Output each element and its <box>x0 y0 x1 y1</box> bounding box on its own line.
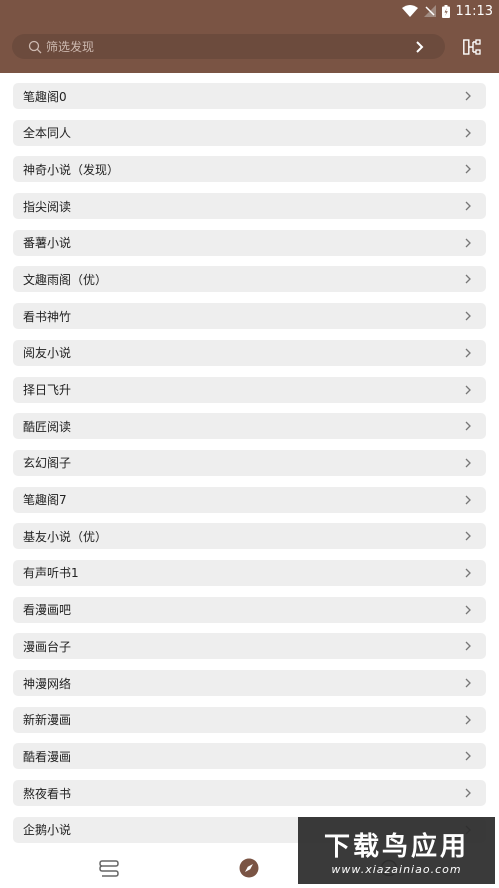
item-label: 文趣雨阁（优） <box>23 272 108 287</box>
item-label: 漫画台子 <box>23 639 72 654</box>
list-item[interactable]: 基友小说（优） <box>13 523 486 550</box>
list-item[interactable]: 文趣雨阁（优） <box>13 266 486 293</box>
compass-icon <box>239 858 259 878</box>
list-item[interactable]: 有声听书1 <box>13 559 486 586</box>
chevron-right-icon <box>465 641 471 651</box>
chevron-right-icon <box>465 715 471 725</box>
chevron-right-icon <box>465 458 471 468</box>
chevron-right-icon <box>465 531 471 541</box>
item-label: 酷看漫画 <box>23 749 72 764</box>
nav-discover[interactable] <box>237 856 261 880</box>
item-label: 看漫画吧 <box>23 603 72 618</box>
chevron-right-icon <box>416 40 424 53</box>
list-item[interactable]: 看书神竹 <box>13 303 486 330</box>
list-item[interactable]: 神漫网络 <box>13 670 486 696</box>
chevron-right-icon <box>465 385 471 394</box>
chevron-right-icon <box>465 164 471 174</box>
list-item[interactable]: 酷看漫画 <box>13 743 486 770</box>
search-icon <box>28 40 42 53</box>
app-header: 11:13 <box>0 0 499 73</box>
list-item[interactable]: 全本同人 <box>13 119 486 146</box>
search-bar[interactable] <box>12 34 445 59</box>
item-label: 择日飞升 <box>23 383 72 397</box>
group-filter-button[interactable] <box>462 37 482 57</box>
item-label: 阅友小说 <box>23 346 72 361</box>
chevron-right-icon <box>465 201 471 211</box>
chevron-right-icon <box>465 274 471 284</box>
list-item[interactable]: 漫画台子 <box>13 633 486 660</box>
signal-off-icon <box>423 5 436 17</box>
item-label: 基友小说（优） <box>23 529 108 544</box>
item-label: 企鹅小说 <box>23 823 72 838</box>
list-item[interactable]: 看漫画吧 <box>13 596 486 623</box>
item-label: 新新漫画 <box>23 713 72 728</box>
list-item[interactable]: 笔趣阁0 <box>13 83 486 109</box>
chevron-right-icon <box>465 348 471 358</box>
item-label: 酷匠阅读 <box>23 419 72 434</box>
chevron-right-icon <box>465 495 471 505</box>
search-submit-button[interactable] <box>409 36 431 58</box>
status-icons: 11:13 <box>401 2 493 20</box>
source-list: 笔趣阁0 全本同人 神奇小说（发现） 指尖阅读 番薯小说 文趣雨阁（优） 看书神… <box>13 83 486 853</box>
watermark-url: www.xiazainiao.com <box>331 862 462 876</box>
chevron-right-icon <box>465 605 471 615</box>
item-label: 看书神竹 <box>23 309 72 324</box>
chevron-right-icon <box>465 238 471 248</box>
chevron-right-icon <box>465 311 471 321</box>
item-label: 熬夜看书 <box>23 786 72 801</box>
list-item[interactable]: 神奇小说（发现） <box>13 156 486 183</box>
list-item[interactable]: 指尖阅读 <box>13 193 486 220</box>
chevron-right-icon <box>465 91 471 101</box>
item-label: 笔趣阁0 <box>23 89 67 104</box>
list-item[interactable]: 新新漫画 <box>13 706 486 733</box>
tree-structure-icon <box>463 39 481 55</box>
list-item[interactable]: 玄幻阁子 <box>13 449 486 476</box>
bookshelf-icon <box>99 860 119 877</box>
chevron-right-icon <box>465 678 471 688</box>
item-label: 有声听书1 <box>23 566 79 581</box>
item-label: 笔趣阁7 <box>23 493 67 508</box>
battery-icon <box>441 4 450 18</box>
list-item[interactable]: 择日飞升 <box>13 376 486 403</box>
item-label: 指尖阅读 <box>23 199 72 214</box>
item-label: 番薯小说 <box>23 236 72 251</box>
watermark: 下载鸟应用 www.xiazainiao.com <box>298 817 495 884</box>
chevron-right-icon <box>465 421 471 431</box>
wifi-icon <box>401 5 418 17</box>
chevron-right-icon <box>465 568 471 578</box>
item-label: 神漫网络 <box>23 676 72 691</box>
list-item[interactable]: 酷匠阅读 <box>13 413 486 440</box>
item-label: 神奇小说（发现） <box>23 162 120 177</box>
status-bar: 11:13 <box>0 0 499 22</box>
chevron-right-icon <box>465 788 471 798</box>
chevron-right-icon <box>465 128 471 138</box>
nav-bookshelf[interactable] <box>97 856 121 880</box>
list-item[interactable]: 番薯小说 <box>13 229 486 256</box>
item-label: 全本同人 <box>23 126 72 141</box>
list-item[interactable]: 熬夜看书 <box>13 780 486 807</box>
list-item[interactable]: 笔趣阁7 <box>13 486 486 513</box>
chevron-right-icon <box>465 751 471 761</box>
item-label: 玄幻阁子 <box>23 456 72 471</box>
list-item[interactable]: 阅友小说 <box>13 339 486 366</box>
search-input[interactable] <box>46 35 409 58</box>
clock: 11:13 <box>455 3 493 19</box>
watermark-title: 下载鸟应用 <box>323 831 469 862</box>
